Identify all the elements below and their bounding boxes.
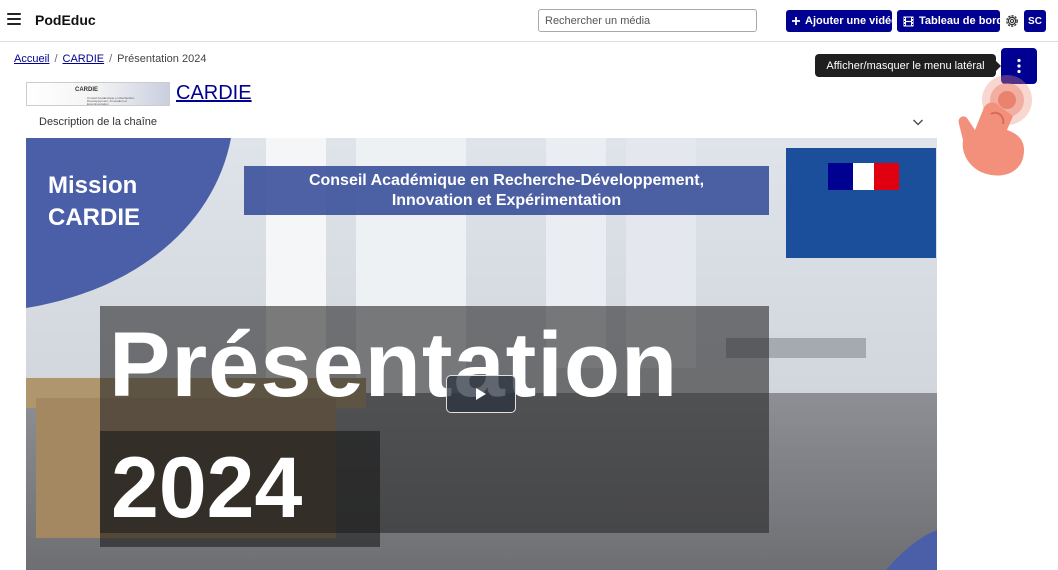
republic-flag-icon (828, 163, 899, 190)
video-banner-line2: Innovation et Expérimentation (391, 191, 622, 209)
channel-logo-text: CARDIE (75, 87, 99, 93)
add-video-button[interactable]: Ajouter une vidéo (786, 10, 898, 32)
breadcrumb-home[interactable]: Accueil (14, 53, 49, 65)
sidebar-toggle-button[interactable] (1001, 48, 1037, 84)
breadcrumb-current: Présentation 2024 (117, 53, 207, 65)
sidebar-toggle-tooltip: Afficher/masquer le menu latéral (815, 54, 1001, 77)
brand-name[interactable]: PodEduc (35, 12, 96, 28)
video-title-word: Présentation (109, 314, 679, 416)
hamburger-icon[interactable] (7, 13, 21, 25)
video-banner: Conseil Académique en Recherche-Développ… (244, 166, 769, 215)
play-button[interactable] (446, 375, 516, 413)
chevron-down-icon (913, 119, 923, 126)
breadcrumb: Accueil / CARDIE / Présentation 2024 (14, 53, 206, 65)
video-year: 2024 (111, 440, 303, 536)
channel-logo[interactable]: CARDIE Conseil Académique en Recherche-D… (26, 82, 170, 106)
video-mission-line1: Mission (48, 172, 138, 199)
channel-description-label: Description de la chaîne (39, 116, 158, 128)
add-video-label: Ajouter une vidéo (805, 15, 898, 27)
click-hand-icon (958, 75, 1032, 176)
channel-description-toggle[interactable]: Description de la chaîne (26, 108, 937, 136)
channel-logo-subtext: Conseil Académique en Recherche-Développ… (87, 96, 135, 106)
video-mission-text: Mission CARDIE (48, 170, 140, 234)
channel-title-link[interactable]: CARDIE (176, 82, 252, 105)
video-player[interactable]: Mission CARDIE Conseil Académique en Rec… (26, 138, 937, 570)
plus-icon (792, 17, 800, 25)
breadcrumb-channel[interactable]: CARDIE (63, 53, 105, 65)
film-icon (903, 16, 914, 27)
breadcrumb-separator: / (54, 53, 58, 65)
breadcrumb-separator: / (109, 53, 113, 65)
video-mission-line2: CARDIE (48, 204, 141, 231)
play-icon (476, 388, 486, 400)
avatar[interactable]: SC (1024, 10, 1046, 32)
video-banner-line1: Conseil Académique en Recherche-Développ… (308, 171, 705, 189)
top-navbar: PodEduc Ajouter une vidéo Tableau de bor… (0, 0, 1058, 42)
vertical-dots-icon (1017, 58, 1021, 74)
dashboard-label: Tableau de bord (919, 15, 1004, 27)
dashboard-button[interactable]: Tableau de bord (897, 10, 1004, 32)
search-input[interactable] (538, 9, 757, 32)
gear-icon[interactable] (1004, 13, 1020, 29)
